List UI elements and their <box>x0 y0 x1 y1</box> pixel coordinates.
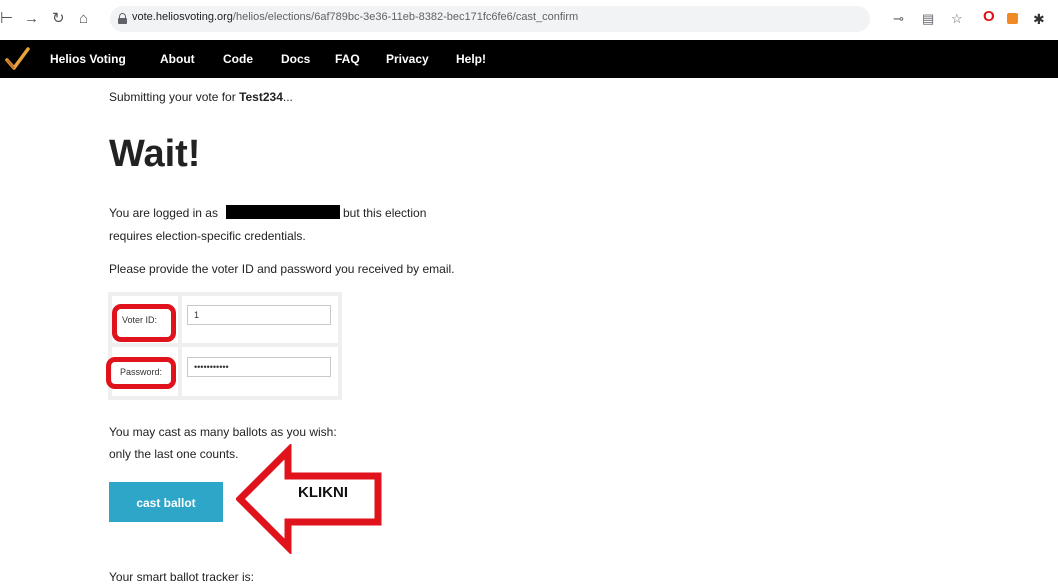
reload-icon[interactable]: ↻ <box>52 10 65 28</box>
top-navbar: Helios Voting About Code Docs FAQ Privac… <box>0 40 1058 78</box>
password-cell <box>182 347 338 396</box>
nav-faq[interactable]: FAQ <box>335 52 360 66</box>
extension-icon[interactable] <box>1007 13 1018 24</box>
cast-many-text: You may cast as many ballots as you wish… <box>109 425 337 439</box>
key-icon[interactable]: ⊸ <box>893 11 904 27</box>
nav-code[interactable]: Code <box>223 52 253 66</box>
forward-icon[interactable]: → <box>24 10 39 28</box>
translate-icon[interactable]: ▤ <box>922 11 934 27</box>
cast-ballot-button[interactable]: cast ballot <box>109 482 223 522</box>
logged-in-prefix: You are logged in as <box>109 206 218 220</box>
opera-icon[interactable]: O <box>983 9 995 25</box>
lock-icon <box>118 13 127 24</box>
credentials-text: requires election-specific credentials. <box>109 229 306 243</box>
last-counts-text: only the last one counts. <box>109 447 239 461</box>
redacted-username <box>226 205 340 219</box>
helios-logo-icon <box>5 47 30 70</box>
klikni-annotation: KLIKNI <box>298 484 348 501</box>
nav-privacy[interactable]: Privacy <box>386 52 429 66</box>
nav-helios-voting[interactable]: Helios Voting <box>50 52 126 66</box>
password-input[interactable] <box>187 357 331 377</box>
address-bar[interactable]: vote.heliosvoting.org/helios/elections/6… <box>110 6 870 32</box>
url-text: vote.heliosvoting.org/helios/elections/6… <box>132 11 579 23</box>
page-title: Wait! <box>109 133 201 175</box>
password-highlight-ring <box>106 357 176 389</box>
nav-docs[interactable]: Docs <box>281 52 310 66</box>
voter-id-cell <box>182 296 338 343</box>
submitting-text: Submitting your vote for Test234... <box>109 90 293 104</box>
back-icon[interactable]: ⊢ <box>0 10 13 28</box>
puzzle-icon[interactable]: ✱ <box>1033 11 1045 27</box>
home-icon[interactable]: ⌂ <box>79 10 88 28</box>
nav-about[interactable]: About <box>160 52 195 66</box>
nav-help[interactable]: Help! <box>456 52 486 66</box>
voter-id-input[interactable] <box>187 305 331 325</box>
instructions-text: Please provide the voter ID and password… <box>109 262 455 276</box>
browser-toolbar: ⊢ → ↻ ⌂ vote.heliosvoting.org/helios/ele… <box>0 0 1058 40</box>
tracker-text: Your smart ballot tracker is: <box>109 570 254 584</box>
logged-in-suffix: but this election <box>343 206 427 220</box>
star-icon[interactable]: ☆ <box>951 11 963 27</box>
election-name: Test234 <box>239 90 283 104</box>
voter-id-highlight-ring <box>112 304 176 342</box>
